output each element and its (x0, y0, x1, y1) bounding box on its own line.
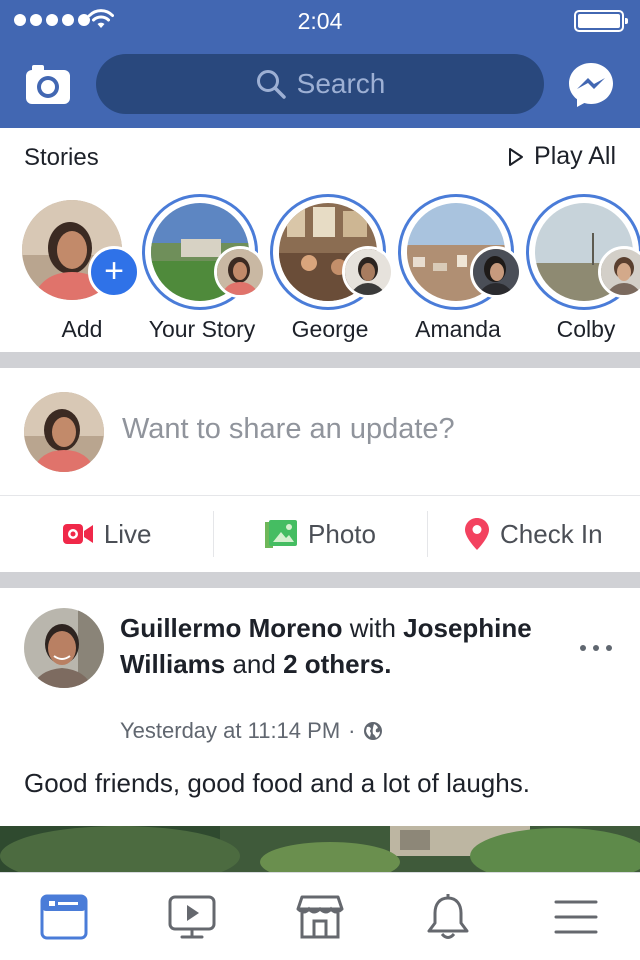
with-text: with (342, 613, 404, 643)
period: . (384, 649, 392, 679)
live-label: Live (103, 518, 152, 549)
marketplace-icon (296, 895, 344, 938)
section-divider (0, 572, 640, 588)
composer-actions: Live Photo Check In (0, 497, 640, 571)
messenger-button[interactable] (566, 60, 616, 110)
photo-icon (265, 520, 298, 548)
author-avatar[interactable] (24, 608, 104, 688)
section-divider (0, 352, 640, 368)
camera-icon (26, 65, 70, 104)
tab-marketplace[interactable] (256, 873, 384, 960)
play-all-button[interactable]: Play All (508, 142, 616, 171)
feed-post: Guillermo Moreno with Josephine Williams… (0, 588, 640, 876)
others-link[interactable]: 2 others (283, 649, 384, 679)
globe-icon (364, 722, 383, 740)
avatar (24, 392, 104, 472)
play-all-label: Play All (534, 142, 616, 170)
watch-video-icon (168, 895, 216, 938)
status-bar: 2:04 (0, 0, 640, 42)
location-pin-icon (465, 518, 490, 550)
notifications-bell-icon (427, 893, 469, 939)
post-header: Guillermo Moreno with Josephine Williams… (120, 610, 560, 682)
live-button[interactable]: Live (0, 497, 213, 571)
story-colby[interactable]: Colby (526, 194, 640, 344)
post-text: Good friends, good food and a lot of lau… (24, 768, 530, 798)
status-time: 2:04 (297, 8, 343, 34)
post-timestamp[interactable]: Yesterday at 11:14 PM (120, 718, 340, 744)
search-bar[interactable]: Search (96, 54, 544, 114)
search-placeholder: Search (296, 68, 386, 99)
story-amanda[interactable]: Amanda (398, 194, 522, 344)
photo-button[interactable]: Photo (213, 497, 426, 571)
more-dots-icon (580, 645, 586, 651)
camera-button[interactable] (24, 62, 72, 106)
post-options-button[interactable] (580, 638, 612, 658)
tab-notifications[interactable] (384, 873, 512, 960)
post-photo[interactable] (0, 826, 640, 876)
check-in-label: Check In (500, 518, 603, 549)
story-user-avatar (470, 246, 522, 298)
composer-placeholder[interactable]: Want to share an update? (122, 413, 455, 446)
bottom-tab-bar (0, 872, 640, 960)
play-icon (509, 147, 524, 166)
add-story-plus-icon: + (88, 246, 140, 298)
story-user-avatar (214, 246, 266, 298)
tab-watch[interactable] (128, 873, 256, 960)
top-navigation-bar: 2:04 Search (0, 0, 640, 128)
battery-icon (574, 10, 628, 32)
story-your-story[interactable]: Your Story (142, 194, 266, 344)
stories-title: Stories (24, 144, 99, 171)
story-george[interactable]: George (270, 194, 394, 344)
search-icon (256, 70, 286, 99)
meta-separator: · (348, 718, 356, 743)
author-name[interactable]: Guillermo Moreno (120, 613, 342, 643)
news-feed-icon (40, 894, 88, 939)
status-composer[interactable]: Want to share an update? (0, 368, 640, 496)
story-user-avatar (342, 246, 394, 298)
story-name: Colby (556, 316, 616, 342)
check-in-button[interactable]: Check In (426, 497, 640, 571)
menu-icon (554, 900, 598, 933)
stories-section: Stories Play All + Add Your Story George… (0, 128, 640, 352)
and-text: and (225, 649, 284, 679)
photo-label: Photo (308, 518, 376, 549)
tab-menu[interactable] (512, 873, 640, 960)
post-meta: Yesterday at 11:14 PM · (120, 718, 383, 744)
live-video-icon (62, 524, 93, 544)
messenger-icon (569, 63, 613, 107)
tab-news-feed[interactable] (0, 873, 128, 960)
